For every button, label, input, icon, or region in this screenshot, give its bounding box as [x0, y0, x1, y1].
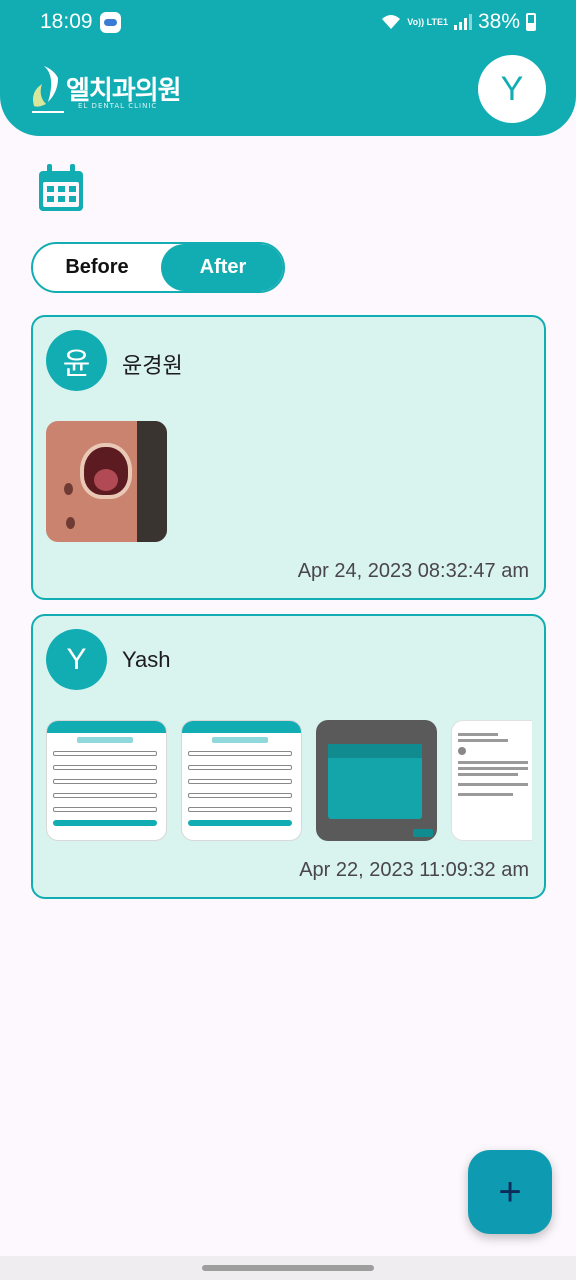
card-date: Apr 24, 2023 08:32:47 am — [297, 560, 529, 582]
card-date: Apr 22, 2023 11:09:32 am — [299, 859, 529, 881]
before-tab[interactable]: Before — [33, 244, 161, 291]
notification-app-icon — [100, 12, 121, 33]
status-indicators: Vo)) LTE1 38% — [381, 10, 536, 34]
network-label: Vo)) LTE1 — [407, 16, 448, 27]
wifi-icon — [382, 15, 401, 29]
status-time: 18:09 — [40, 10, 93, 33]
add-button[interactable]: + — [468, 1150, 552, 1234]
battery-percent: 38% — [477, 10, 520, 33]
signup-screenshot-thumbnail[interactable] — [46, 720, 167, 841]
calendar-icon[interactable] — [37, 163, 85, 213]
signal-icon — [453, 14, 472, 30]
clinic-logo: 엘치과의원 EL DENTAL CLINIC — [28, 62, 188, 114]
patient-name: 윤경원 — [122, 353, 183, 378]
profile-avatar[interactable]: Y — [478, 55, 546, 123]
image-strip — [46, 720, 532, 841]
signup-screenshot-thumbnail[interactable] — [181, 720, 302, 841]
logo-mark-icon — [32, 66, 64, 113]
image-strip — [46, 421, 532, 542]
patient-card[interactable]: 윤 윤경원 Apr 24, 2023 08:32:47 am — [31, 315, 546, 600]
logo-subtitle: EL DENTAL CLINIC — [78, 102, 158, 110]
date-picker-screenshot-thumbnail[interactable] — [316, 720, 437, 841]
add-icon: + — [498, 1169, 522, 1214]
sign-in-screenshot-thumbnail[interactable] — [451, 720, 532, 841]
patient-card[interactable]: Y Yash Apr 22, 2023 11:09:32 am — [31, 614, 546, 899]
patient-avatar: Y — [46, 629, 107, 690]
app-header: 18:09 Vo)) LTE1 38% 엘치과의원 EL DENTAL CLIN… — [0, 0, 576, 136]
battery-icon — [526, 13, 536, 31]
status-bar: 18:09 Vo)) LTE1 38% — [0, 0, 576, 46]
home-indicator[interactable] — [202, 1265, 374, 1271]
dental-photo-thumbnail[interactable] — [46, 421, 167, 542]
patient-avatar: 윤 — [46, 330, 107, 391]
before-after-toggle: Before After — [31, 242, 285, 293]
patient-name: Yash — [122, 647, 171, 672]
after-tab[interactable]: After — [161, 244, 283, 291]
